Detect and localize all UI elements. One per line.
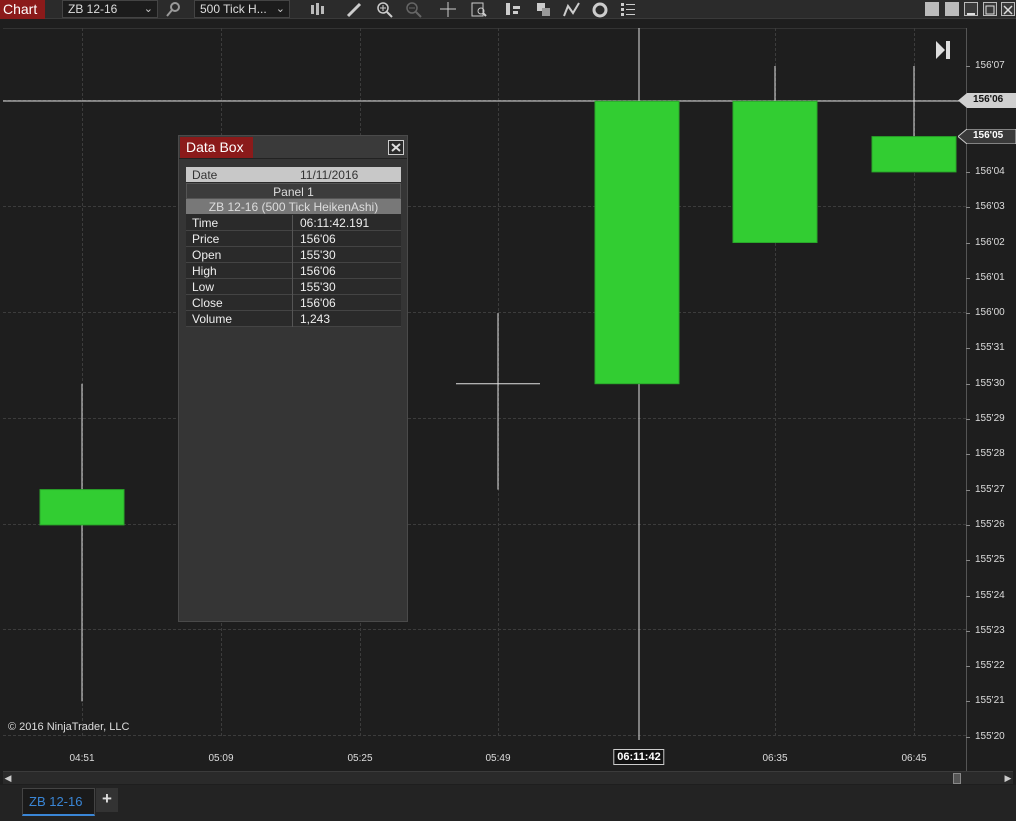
candlestick-series [3,28,966,740]
data-box-date-row: Date 11/11/2016 [186,167,401,183]
price-tick-mark [966,701,970,703]
price-tick-mark [966,66,970,67]
data-box-row-low: Low 155'30 [186,279,401,295]
price-tick-label: 155'25 [975,554,1005,566]
price-tick-mark [966,560,970,562]
data-box-row-label: Time [186,215,293,231]
data-box-row-open: Open 155'30 [186,247,401,263]
crosshair-time-label: 06:11:42 [613,749,665,765]
data-box-row-value: 156'06 [300,264,336,278]
scroll-left-icon[interactable]: ◀ [3,772,13,784]
price-tick-label: 156'00 [975,307,1005,319]
data-box-row-value: 156'06 [300,232,336,246]
price-tick-label: 155'28 [975,448,1005,460]
chart-window: Chart ZB 12-16 ⌄ 500 Tick H... ⌄ 156'07 … [0,0,1016,821]
price-tick-mark [966,630,970,632]
data-box-header[interactable]: Data Box [179,136,407,159]
data-box-row-price: Price 156'06 [186,231,401,247]
price-tick-mark [966,454,970,456]
tab-zb-12-16[interactable]: ZB 12-16 [22,788,95,816]
crosshair-price-tag: 156'06 [958,93,1016,108]
data-box-date-value: 11/11/2016 [300,168,359,182]
data-box-table: Date 11/11/2016 Panel 1 ZB 12-16 (500 Ti… [186,167,401,327]
price-tick-label: 156'01 [975,271,1005,283]
last-price-tag: 156'05 [958,129,1016,144]
price-tick-mark [966,595,970,597]
price-tick-label: 156'02 [975,236,1005,248]
price-tick-label: 156'07 [975,60,1005,71]
price-tick-mark [966,242,970,244]
data-box-row-value: 155'30 [300,280,336,294]
crosshair-price-label: 156'06 [973,94,1004,105]
price-tick-mark [966,736,970,738]
data-box-row-value: 156'06 [300,296,336,310]
price-tick-label: 155'24 [975,589,1005,601]
last-price-label: 156'05 [973,130,1004,141]
price-tick-label: 156'03 [975,201,1005,213]
price-tick-mark [966,383,970,385]
candle-body [39,489,125,526]
price-tick-mark [966,277,970,279]
tab-bar: ZB 12-16 + [0,785,1016,821]
data-box-row-value: 155'30 [300,248,336,262]
copyright-text: © 2016 NinjaTrader, LLC [8,721,130,733]
data-box-row-time: Time 06:11:42.191 [186,215,401,231]
close-icon[interactable] [388,140,404,155]
add-tab-button[interactable]: + [96,788,118,812]
scrollbar-thumb[interactable] [953,773,961,784]
data-box-row-high: High 156'06 [186,263,401,279]
price-tick-label: 155'29 [975,413,1005,424]
candle-body [732,100,818,243]
price-tick-mark [966,419,970,420]
price-tick-label: 155'22 [975,660,1005,672]
horizontal-scrollbar[interactable]: ◀ ▶ [3,771,1013,784]
price-tick-mark [966,666,970,668]
price-tick-mark [966,348,970,350]
time-tick-label: 06:35 [762,753,788,764]
price-tick-label: 155'31 [975,342,1005,354]
data-box-row-label: Price [186,231,293,247]
scroll-right-icon[interactable]: ▶ [1003,772,1013,784]
time-tick-label: 05:25 [347,753,373,764]
time-tick-label: 06:45 [901,753,927,764]
price-tick-label: 155'30 [975,377,1005,389]
price-tick-label: 155'27 [975,483,1005,495]
candle-body [594,100,680,385]
data-box-row-value: 1,243 [300,312,331,326]
price-tick-mark [966,489,970,491]
data-box-row-close: Close 156'06 [186,295,401,311]
candle-body [871,136,957,173]
price-tick-mark [966,313,970,315]
price-tick-mark [966,524,970,526]
data-box-row-label: High [186,263,293,279]
time-tick-label: 05:49 [485,753,511,764]
maximize-button[interactable] [983,2,997,16]
data-box-panel-row: Panel 1 [186,183,401,199]
price-tick-mark [966,171,970,173]
data-box-row-volume: Volume 1,243 [186,311,401,327]
price-tick-label: 155'26 [975,518,1005,530]
data-box-row-label: Open [186,247,293,263]
data-box-row-label: Close [186,295,293,311]
close-window-button[interactable] [1001,2,1015,16]
price-tick-mark [966,207,970,209]
price-tick-label: 155'21 [975,695,1005,707]
data-box-row-label: Volume [186,311,293,327]
data-box-title: Data Box [180,137,253,158]
minimize-button[interactable] [964,2,978,16]
scroll-to-end-button[interactable] [934,38,952,62]
data-box-window[interactable]: Data Box Date 11/11/2016 Panel 1 ZB 12-1… [178,135,408,622]
data-box-row-value: 06:11:42.191 [300,216,370,230]
time-tick-label: 04:51 [69,753,95,764]
time-tick-label: 05:09 [208,753,234,764]
data-box-date-label: Date [192,168,218,182]
price-tick-label: 156'04 [975,165,1005,177]
data-box-instrument-row: ZB 12-16 (500 Tick HeikenAshi) [186,199,401,215]
data-box-row-label: Low [186,279,293,295]
price-tick-label: 155'20 [975,730,1005,742]
price-tick-label: 155'23 [975,624,1005,636]
